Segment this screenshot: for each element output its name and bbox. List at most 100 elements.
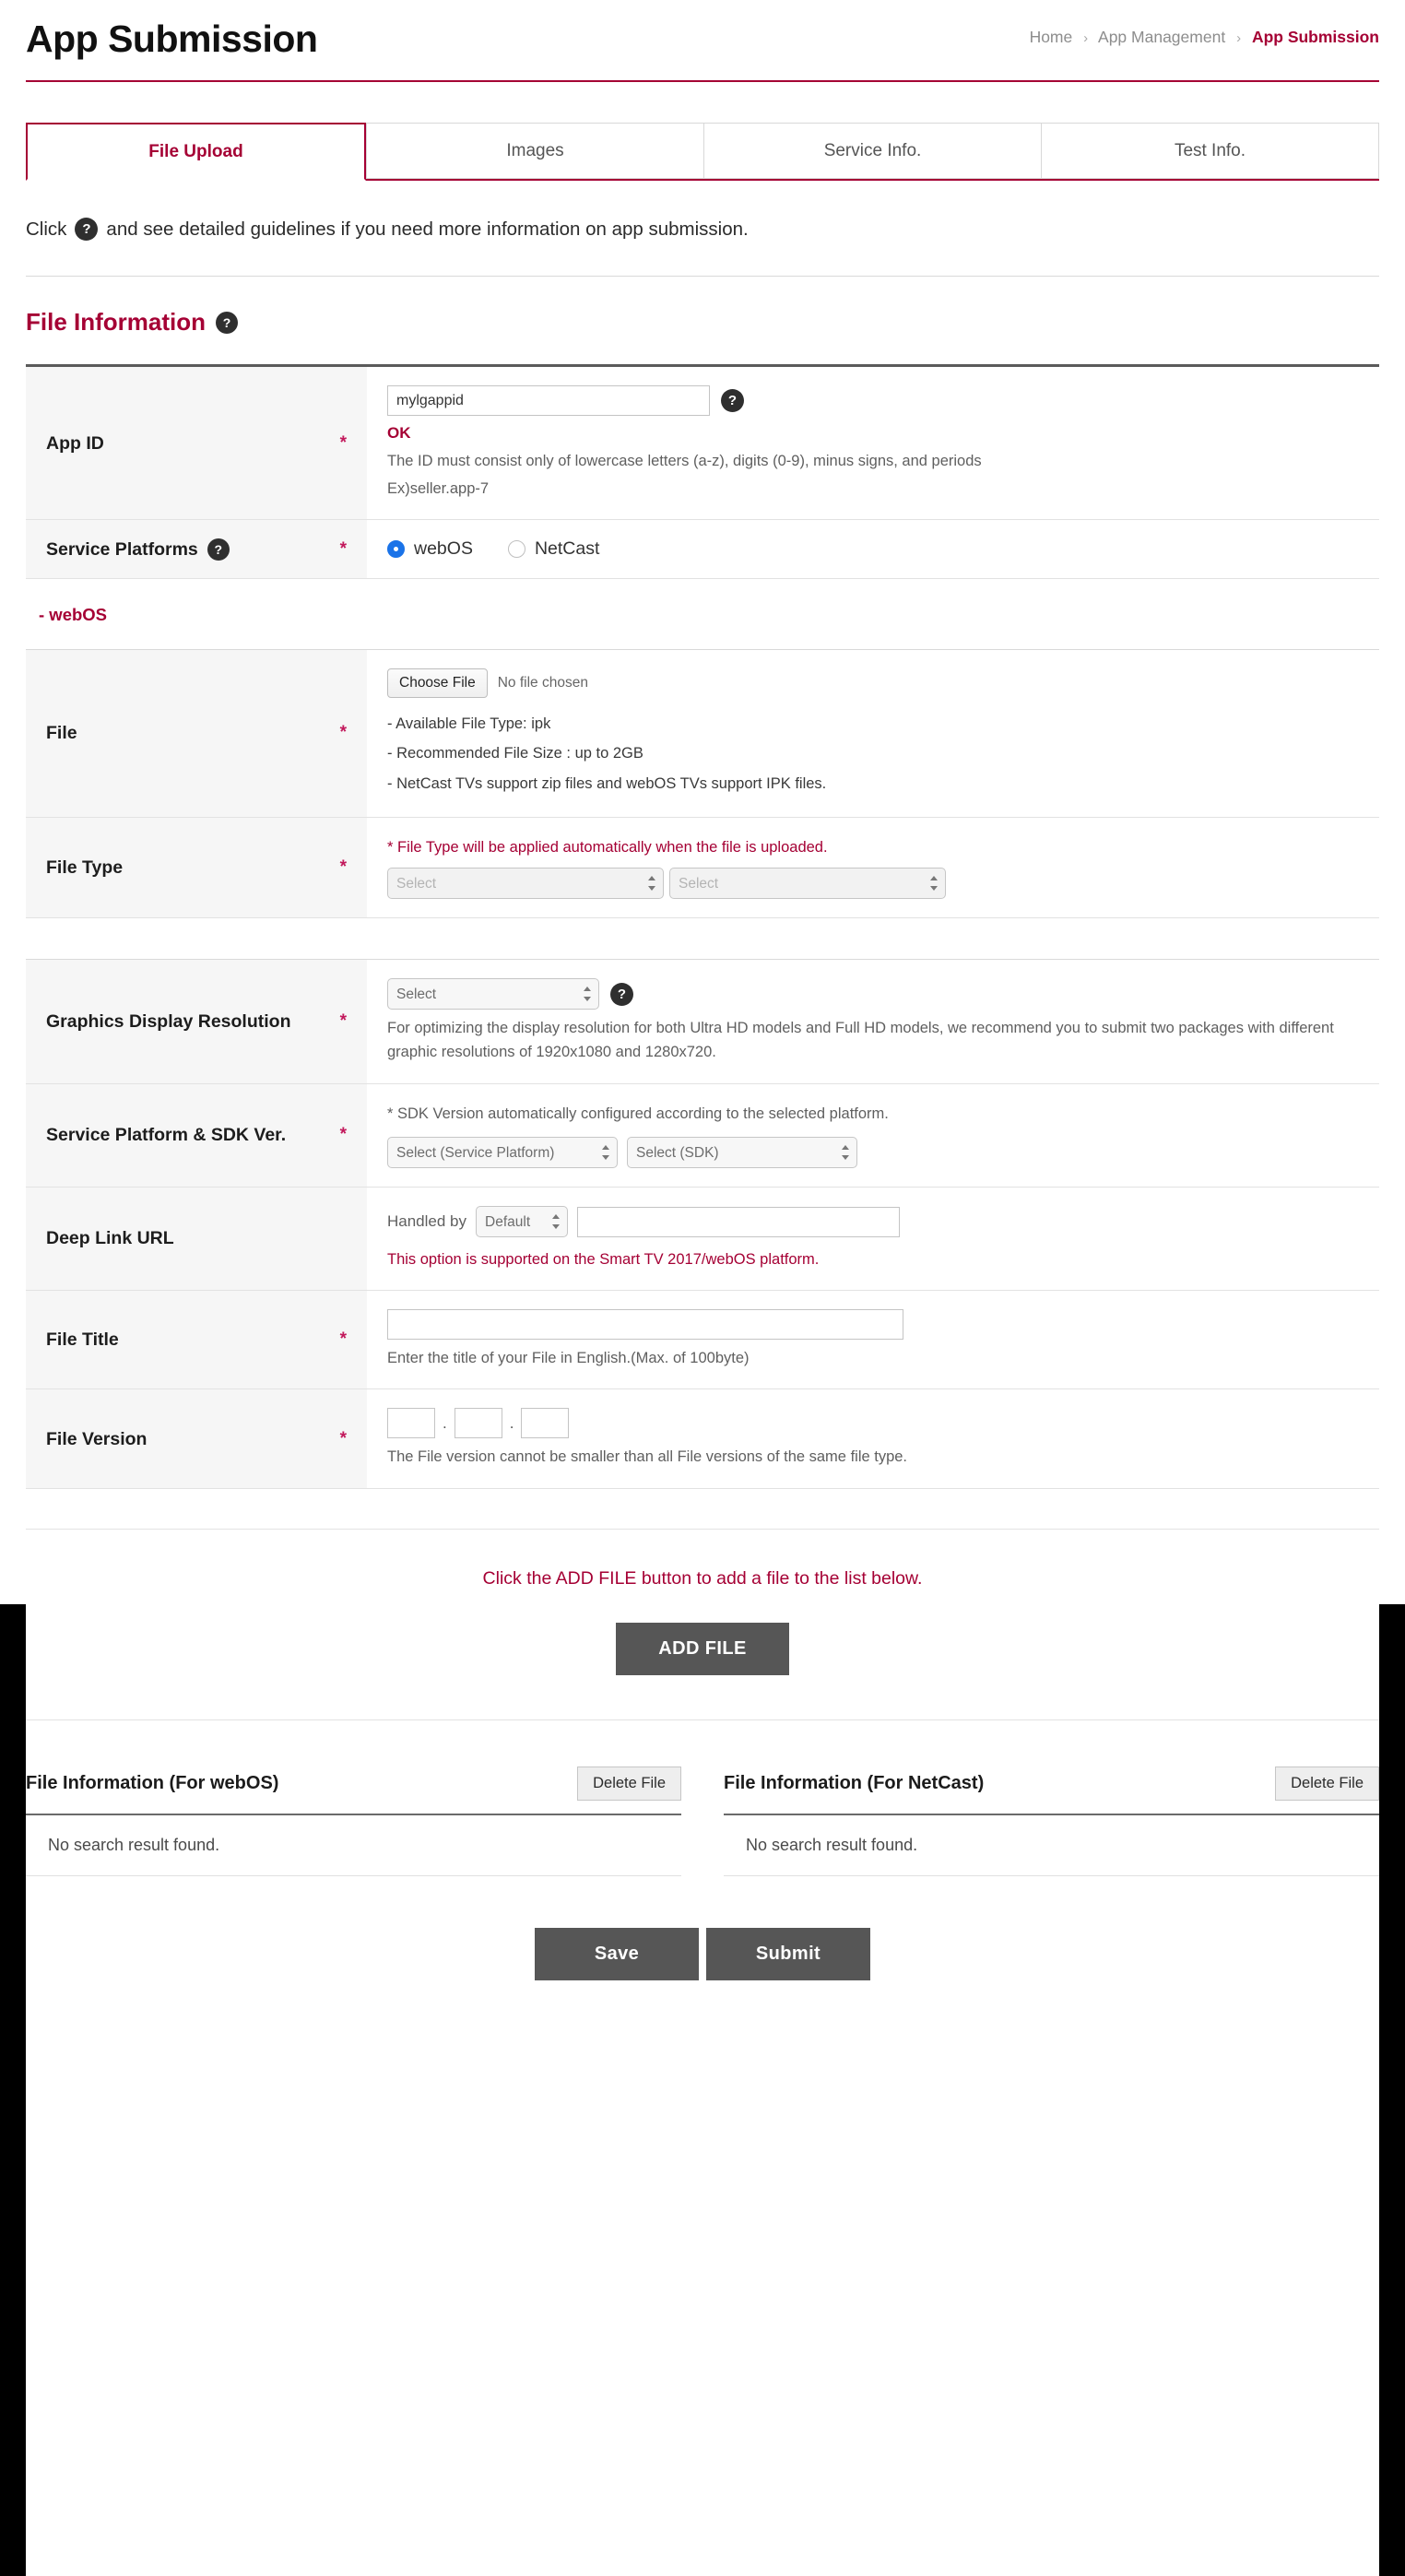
breadcrumb-app-management[interactable]: App Management bbox=[1098, 28, 1225, 46]
breadcrumb: Home › App Management › App Submission bbox=[1030, 28, 1379, 60]
package-details-table: Graphics Display Resolution * Select ? F… bbox=[26, 959, 1379, 1490]
service-platforms-label: Service Platforms bbox=[46, 538, 198, 560]
file-version-minor-input[interactable] bbox=[454, 1408, 502, 1439]
tab-bar: File Upload Images Service Info. Test In… bbox=[26, 123, 1379, 182]
service-sdk-required-marker: * bbox=[339, 1125, 347, 1145]
radio-webos-label: webOS bbox=[414, 538, 473, 560]
row-file-type: File Type * * File Type will be applied … bbox=[26, 817, 1379, 919]
row-service-sdk-label-cell: Service Platform & SDK Ver. * bbox=[26, 1083, 367, 1188]
app-id-input[interactable] bbox=[387, 385, 710, 417]
file-information-help-icon[interactable]: ? bbox=[216, 311, 238, 334]
file-type-select-2[interactable]: Select bbox=[669, 868, 946, 900]
guideline-text: Click ? and see detailed guidelines if y… bbox=[26, 181, 1379, 276]
file-type-select-1[interactable]: Select bbox=[387, 868, 664, 900]
radio-option-netcast[interactable]: NetCast bbox=[507, 538, 600, 560]
service-platforms-help-icon[interactable]: ? bbox=[207, 538, 230, 561]
file-version-inputs: . . bbox=[387, 1408, 1359, 1439]
file-bullet-1: - Available File Type: ipk bbox=[387, 715, 551, 733]
row-file-type-label-cell: File Type * bbox=[26, 817, 367, 918]
deep-link-note: This option is supported on the Smart TV… bbox=[387, 1251, 820, 1269]
graphics-resolution-help-icon[interactable]: ? bbox=[610, 982, 633, 1006]
graphics-resolution-select[interactable]: Select bbox=[387, 978, 599, 1010]
row-file-version-label-cell: File Version * bbox=[26, 1389, 367, 1489]
page-header: App Submission Home › App Management › A… bbox=[26, 0, 1379, 69]
chosen-file-name: No file chosen bbox=[497, 675, 588, 691]
file-version-dot-1: . bbox=[443, 1413, 447, 1432]
row-file-label-cell: File * bbox=[26, 650, 367, 817]
row-service-platforms-body: webOS NetCast bbox=[367, 520, 1379, 579]
row-file-title-body: Enter the title of your File in English.… bbox=[367, 1290, 1379, 1389]
file-version-patch-input[interactable] bbox=[521, 1408, 570, 1439]
file-type-label: File Type bbox=[46, 857, 124, 878]
file-list-webos-empty: No search result found. bbox=[26, 1814, 681, 1877]
radio-option-webos[interactable]: webOS bbox=[387, 538, 473, 560]
deep-link-label: Deep Link URL bbox=[46, 1228, 174, 1249]
service-platform-select-wrap[interactable]: Select (Service Platform) bbox=[387, 1137, 618, 1169]
graphics-resolution-select-wrap[interactable]: Select bbox=[387, 978, 599, 1010]
file-information-heading: File Information ? bbox=[26, 277, 1379, 364]
file-bullet-2: - Recommended File Size : up to 2GB bbox=[387, 745, 643, 762]
app-id-status: OK bbox=[387, 424, 411, 443]
section-title: File Information bbox=[26, 308, 206, 337]
row-file-title: File Title * Enter the title of your Fil… bbox=[26, 1290, 1379, 1390]
tab-images[interactable]: Images bbox=[366, 123, 703, 180]
service-platform-radio-group: webOS NetCast bbox=[387, 538, 1359, 560]
deep-link-handled-by-label: Handled by bbox=[387, 1212, 467, 1230]
app-id-label: App ID bbox=[46, 432, 104, 454]
sdk-select[interactable]: Select (SDK) bbox=[627, 1137, 857, 1169]
row-deep-link-body: Handled by Default This option is suppor… bbox=[367, 1188, 1379, 1290]
row-file-title-label-cell: File Title * bbox=[26, 1290, 367, 1389]
row-graphics-resolution-label-cell: Graphics Display Resolution * bbox=[26, 960, 367, 1083]
add-file-message: Click the ADD FILE button to add a file … bbox=[482, 1568, 923, 1589]
app-id-help-icon[interactable]: ? bbox=[721, 389, 744, 413]
file-type-select-2-wrap[interactable]: Select bbox=[669, 868, 946, 900]
guideline-prefix: Click bbox=[26, 218, 67, 240]
page-title: App Submission bbox=[26, 18, 318, 60]
file-picker[interactable]: Choose File No file chosen bbox=[387, 668, 1359, 699]
service-sdk-note: * SDK Version automatically configured a… bbox=[387, 1105, 889, 1122]
file-type-select-1-wrap[interactable]: Select bbox=[387, 868, 664, 900]
file-title-input[interactable] bbox=[387, 1308, 903, 1340]
service-platforms-required-marker: * bbox=[339, 538, 347, 559]
delete-file-button-webos[interactable]: Delete File bbox=[577, 1767, 681, 1802]
tab-service-info[interactable]: Service Info. bbox=[703, 123, 1041, 180]
file-list-webos: File Information (For webOS) Delete File… bbox=[26, 1767, 681, 1877]
tab-test-info[interactable]: Test Info. bbox=[1041, 123, 1379, 180]
viewport-bar-right bbox=[1379, 1604, 1405, 2576]
save-button[interactable]: Save bbox=[535, 1928, 699, 1981]
file-title-label: File Title bbox=[46, 1329, 119, 1351]
tab-file-upload[interactable]: File Upload bbox=[26, 123, 366, 182]
help-icon[interactable]: ? bbox=[75, 218, 99, 242]
deep-link-url-input[interactable] bbox=[577, 1206, 901, 1237]
row-deep-link: Deep Link URL Handled by Default This op… bbox=[26, 1188, 1379, 1291]
sdk-select-wrap[interactable]: Select (SDK) bbox=[627, 1137, 857, 1169]
row-file-type-body: * File Type will be applied automaticall… bbox=[367, 817, 1379, 918]
row-file-version: File Version * . . The File version cann… bbox=[26, 1389, 1379, 1490]
file-version-required-marker: * bbox=[339, 1428, 347, 1448]
delete-file-button-netcast[interactable]: Delete File bbox=[1275, 1767, 1379, 1802]
row-app-id: App ID * ? OK The ID must consist only o… bbox=[26, 367, 1379, 521]
deep-link-handler-select-wrap[interactable]: Default bbox=[476, 1206, 569, 1238]
row-graphics-resolution: Graphics Display Resolution * Select ? F… bbox=[26, 960, 1379, 1084]
add-file-button[interactable]: ADD FILE bbox=[616, 1623, 789, 1676]
file-version-major-input[interactable] bbox=[387, 1408, 435, 1439]
radio-webos-indicator[interactable] bbox=[387, 540, 405, 559]
radio-netcast-indicator[interactable] bbox=[507, 540, 525, 559]
file-type-selects: Select Select bbox=[387, 868, 1359, 900]
row-file: File * Choose File No file chosen - Avai… bbox=[26, 650, 1379, 818]
service-platform-select[interactable]: Select (Service Platform) bbox=[387, 1137, 618, 1169]
deep-link-handler-select[interactable]: Default bbox=[476, 1206, 569, 1238]
file-required-marker: * bbox=[339, 723, 347, 743]
file-list-netcast: File Information (For NetCast) Delete Fi… bbox=[724, 1767, 1379, 1877]
file-list-netcast-title: File Information (For NetCast) bbox=[724, 1773, 985, 1794]
file-information-lists: File Information (For webOS) Delete File… bbox=[26, 1720, 1379, 1877]
choose-file-button[interactable]: Choose File bbox=[387, 668, 488, 699]
row-service-sdk: Service Platform & SDK Ver. * * SDK Vers… bbox=[26, 1083, 1379, 1188]
file-type-required-marker: * bbox=[339, 857, 347, 878]
add-file-block: Click the ADD FILE button to add a file … bbox=[26, 1530, 1379, 1721]
breadcrumb-home[interactable]: Home bbox=[1030, 28, 1073, 46]
radio-netcast-label: NetCast bbox=[534, 538, 600, 560]
row-app-id-body: ? OK The ID must consist only of lowerca… bbox=[367, 367, 1379, 520]
app-submission-page: App Submission Home › App Management › A… bbox=[0, 0, 1405, 2063]
submit-button[interactable]: Submit bbox=[706, 1928, 870, 1981]
